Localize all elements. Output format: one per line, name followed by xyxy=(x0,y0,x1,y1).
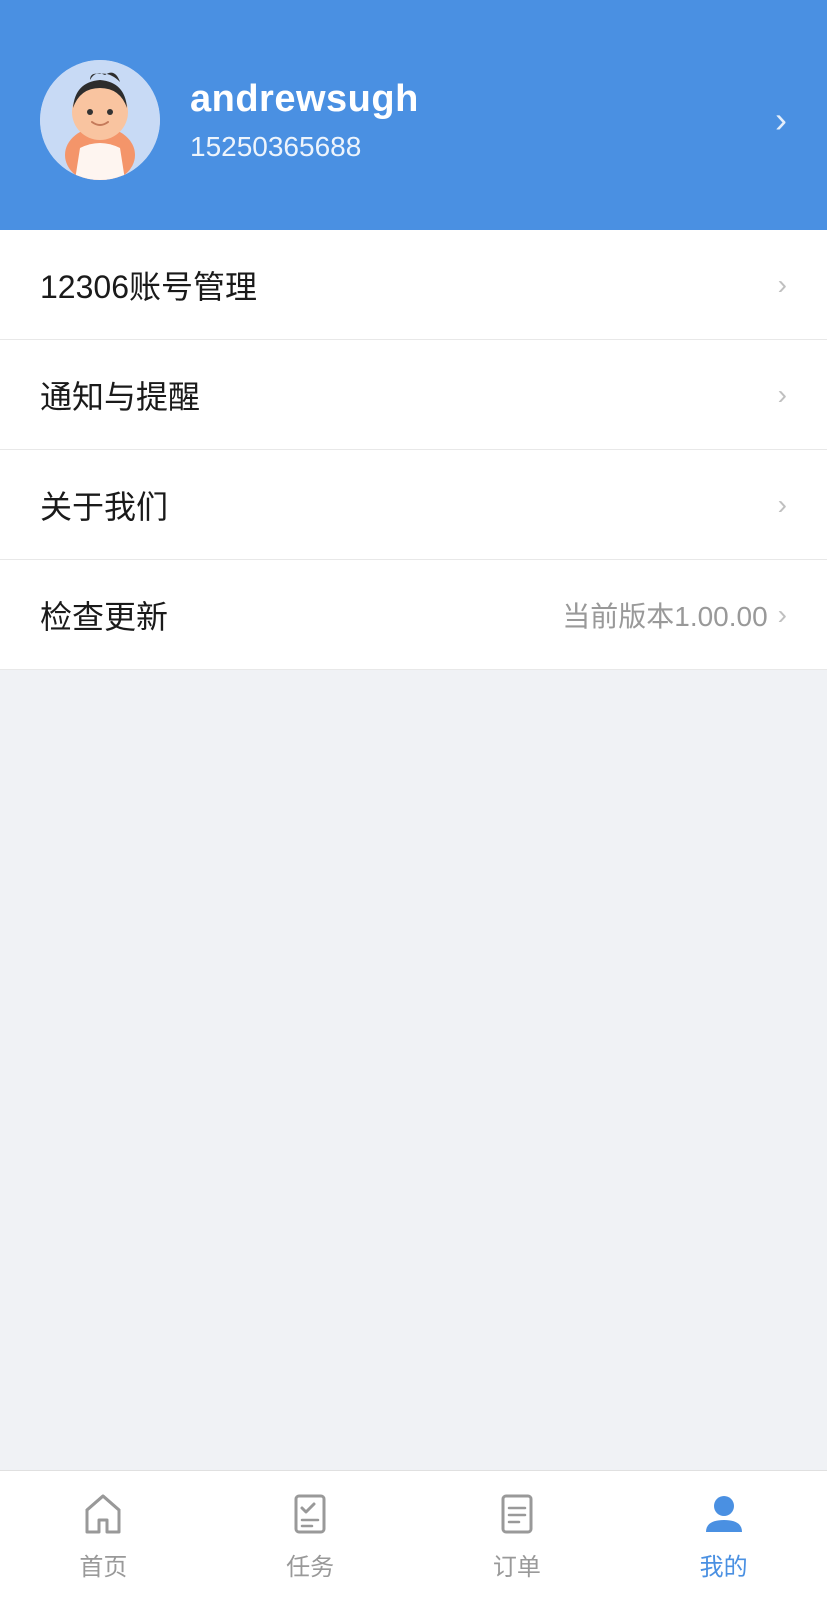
nav-item-home[interactable]: 首页 xyxy=(0,1489,207,1582)
menu-item-notifications[interactable]: 通知与提醒 › xyxy=(0,340,827,450)
nav-item-mine[interactable]: 我的 xyxy=(620,1489,827,1582)
home-icon xyxy=(78,1489,128,1539)
mine-icon xyxy=(699,1489,749,1539)
menu-item-right: 当前版本1.00.00 › xyxy=(562,595,787,635)
profile-info: andrewsugh 15250365688 xyxy=(190,78,419,163)
menu-list: 12306账号管理 › 通知与提醒 › 关于我们 › 检查更新 当前版本1.00… xyxy=(0,230,827,670)
nav-label-tasks: 任务 xyxy=(286,1547,334,1582)
nav-item-orders[interactable]: 订单 xyxy=(414,1489,621,1582)
nav-label-mine: 我的 xyxy=(700,1547,748,1582)
chevron-right-icon: › xyxy=(778,379,787,411)
profile-header[interactable]: andrewsugh 15250365688 › xyxy=(0,0,827,230)
menu-item-label: 12306账号管理 xyxy=(40,262,257,308)
chevron-right-icon: › xyxy=(778,489,787,521)
orders-icon xyxy=(492,1489,542,1539)
menu-item-label: 通知与提醒 xyxy=(40,372,200,418)
empty-space xyxy=(0,670,827,1470)
chevron-right-icon: › xyxy=(778,599,787,631)
menu-item-label: 关于我们 xyxy=(40,482,168,528)
phone: 15250365688 xyxy=(190,131,419,163)
avatar xyxy=(40,60,160,180)
chevron-right-icon: › xyxy=(778,269,787,301)
menu-item-label: 检查更新 xyxy=(40,592,168,638)
nav-item-tasks[interactable]: 任务 xyxy=(207,1489,414,1582)
bottom-nav: 首页 任务 订单 xyxy=(0,1470,827,1600)
nav-label-orders: 订单 xyxy=(493,1547,541,1582)
profile-left: andrewsugh 15250365688 xyxy=(40,60,419,180)
menu-item-about-us[interactable]: 关于我们 › xyxy=(0,450,827,560)
menu-item-right: › xyxy=(778,379,787,411)
tasks-icon xyxy=(285,1489,335,1539)
profile-chevron-icon: › xyxy=(775,99,787,141)
nav-label-home: 首页 xyxy=(79,1547,127,1582)
menu-item-check-update[interactable]: 检查更新 当前版本1.00.00 › xyxy=(0,560,827,670)
menu-item-right: › xyxy=(778,489,787,521)
menu-item-account-management[interactable]: 12306账号管理 › xyxy=(0,230,827,340)
menu-item-right: › xyxy=(778,269,787,301)
version-value: 当前版本1.00.00 xyxy=(562,595,767,635)
username: andrewsugh xyxy=(190,78,419,121)
